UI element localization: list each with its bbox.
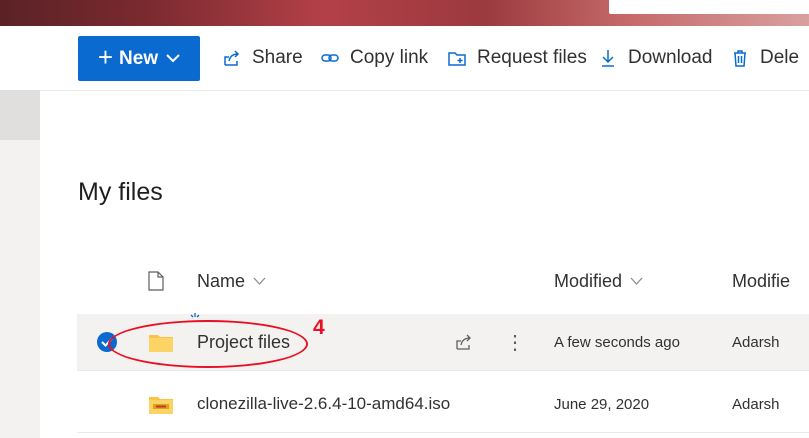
file-name-link[interactable]: clonezilla-live-2.6.4-10-amd64.iso — [197, 376, 450, 432]
new-button[interactable]: + New — [78, 36, 200, 81]
name-column-label: Name — [197, 270, 246, 291]
share-icon — [224, 50, 240, 66]
modified-by: Adarsh — [732, 395, 780, 413]
share-button[interactable]: Share — [222, 42, 303, 74]
request-files-label: Request files — [477, 47, 587, 68]
disc-image-icon — [149, 376, 173, 432]
file-type-column-header[interactable] — [148, 262, 164, 300]
chevron-down-icon — [166, 50, 180, 67]
delete-button[interactable]: Dele — [730, 42, 799, 74]
delete-icon — [734, 50, 746, 67]
link-icon — [321, 54, 339, 62]
modified-by: Adarsh — [732, 333, 780, 351]
command-bar: + New Share Copy link Request files Down… — [0, 26, 809, 91]
download-label: Download — [628, 47, 713, 68]
left-rail-selected-item[interactable] — [0, 90, 40, 140]
chevron-down-icon — [253, 277, 266, 285]
delete-label: Dele — [760, 47, 800, 68]
annotation-ellipse — [108, 320, 308, 368]
left-rail — [0, 90, 40, 438]
download-icon — [602, 50, 614, 67]
table-row[interactable]: clonezilla-live-2.6.4-10-amd64.iso June … — [77, 376, 809, 433]
share-icon[interactable] — [454, 314, 474, 370]
modified-by-column-header[interactable]: Modifie — [732, 262, 790, 300]
request-files-icon — [448, 52, 466, 66]
document-icon — [148, 271, 164, 291]
share-label: Share — [252, 47, 303, 68]
chevron-down-icon — [630, 277, 643, 285]
modified-date: A few seconds ago — [554, 333, 680, 351]
plus-icon: + — [97, 42, 114, 72]
download-button[interactable]: Download — [598, 42, 713, 74]
header-banner — [0, 0, 809, 26]
modified-column-label: Modified — [554, 270, 623, 291]
copy-link-button[interactable]: Copy link — [320, 42, 428, 74]
modified-date: June 29, 2020 — [554, 395, 650, 413]
modified-by-column-label: Modifie — [732, 270, 791, 291]
name-column-header[interactable]: Name — [197, 262, 266, 300]
page-title: My files — [78, 178, 163, 206]
annotation-number: 4 — [313, 316, 325, 339]
modified-column-header[interactable]: Modified — [554, 262, 643, 300]
more-options-icon[interactable]: ⋮ — [505, 314, 525, 370]
new-button-label: New — [119, 47, 159, 69]
request-files-button[interactable]: Request files — [447, 42, 587, 74]
copy-link-label: Copy link — [350, 47, 429, 68]
